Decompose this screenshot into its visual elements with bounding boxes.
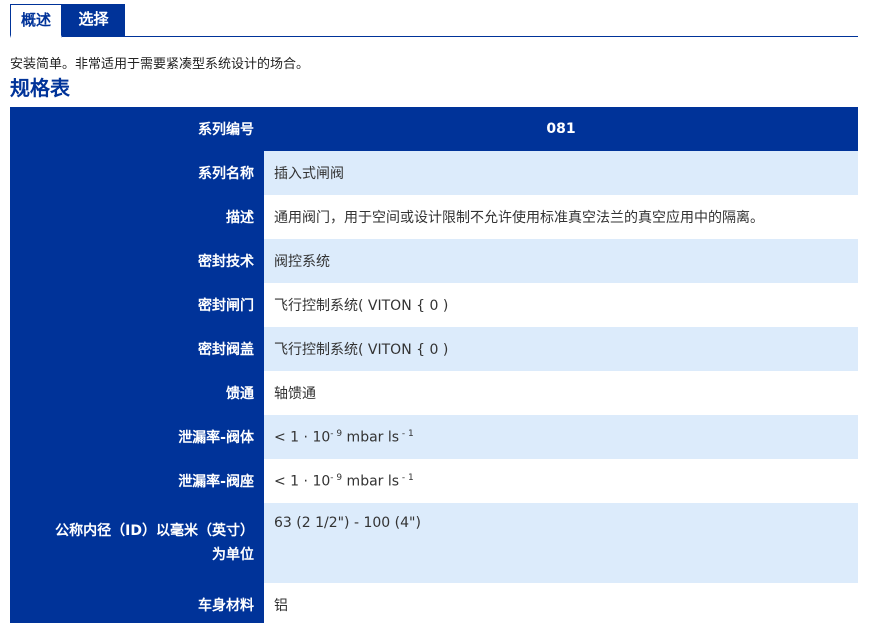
table-row: 馈通 轴馈通: [10, 371, 858, 415]
spec-title: 规格表: [10, 76, 70, 100]
table-row: 公称内径（ID）以毫米（英寸） 为单位 63 (2 1/2") - 100 (4"…: [10, 503, 858, 583]
table-row: 密封闸门 飞行控制系统( VITON { 0 ): [10, 283, 858, 327]
row-value: < 1 · 10- 9 mbar ls - 1: [264, 459, 858, 503]
leak-prefix: < 1 · 10: [274, 429, 331, 446]
leak-prefix: < 1 · 10: [274, 473, 331, 490]
table-row: 密封阀盖 飞行控制系统( VITON { 0 ): [10, 327, 858, 371]
tab-bar: 概述 选择: [10, 4, 858, 38]
row-label: 公称内径（ID）以毫米（英寸） 为单位: [10, 503, 264, 583]
row-label: 泄漏率-阀体: [10, 415, 264, 459]
table-row: 车身材料 铝: [10, 583, 858, 623]
row-label: 密封阀盖: [10, 327, 264, 371]
row-value: 插入式闸阀: [264, 151, 858, 195]
table-row: 描述 通用阀门，用于空间或设计限制不允许使用标准真空法兰的真空应用中的隔离。: [10, 195, 858, 239]
row-value: 铝: [264, 583, 858, 623]
row-value: 飞行控制系统( VITON { 0 ): [264, 327, 858, 371]
leak-unit-exponent: - 1: [399, 428, 414, 439]
table-row: 密封技术 阀控系统: [10, 239, 858, 283]
intro-text: 安装简单。非常适用于需要紧凑型系统设计的场合。: [10, 57, 310, 72]
table-row: 泄漏率-阀座 < 1 · 10- 9 mbar ls - 1: [10, 459, 858, 503]
row-label-line2: 为单位: [212, 547, 254, 563]
spec-table: 系列编号 081 系列名称 插入式闸阀 描述 通用阀门，用于空间或设计限制不允许…: [10, 107, 858, 623]
row-label: 车身材料: [10, 583, 264, 623]
tab-selection[interactable]: 选择: [62, 4, 125, 36]
row-value: < 1 · 10- 9 mbar ls - 1: [264, 415, 858, 459]
row-label-line1: 公称内径（ID）以毫米（英寸）: [55, 523, 254, 539]
row-label: 密封技术: [10, 239, 264, 283]
row-value: 轴馈通: [264, 371, 858, 415]
leak-exponent: - 9: [330, 472, 343, 483]
leak-unit: mbar ls: [342, 473, 400, 490]
row-label: 泄漏率-阀座: [10, 459, 264, 503]
row-value: 阀控系统: [264, 239, 858, 283]
row-value: 飞行控制系统( VITON { 0 ): [264, 283, 858, 327]
tab-overview[interactable]: 概述: [10, 4, 62, 38]
leak-exponent: - 9: [330, 428, 343, 439]
table-row: 系列编号 081: [10, 107, 858, 151]
leak-unit: mbar ls: [342, 429, 400, 446]
row-label: 系列名称: [10, 151, 264, 195]
table-row: 泄漏率-阀体 < 1 · 10- 9 mbar ls - 1: [10, 415, 858, 459]
row-label: 密封闸门: [10, 283, 264, 327]
row-value: 通用阀门，用于空间或设计限制不允许使用标准真空法兰的真空应用中的隔离。: [264, 195, 858, 239]
table-row: 系列名称 插入式闸阀: [10, 151, 858, 195]
row-value: 081: [264, 107, 858, 151]
row-value: 63 (2 1/2") - 100 (4"): [264, 503, 858, 583]
row-label: 系列编号: [10, 107, 264, 151]
page: 概述 选择 安装简单。非常适用于需要紧凑型系统设计的场合。 规格表 系列编号 0…: [0, 0, 871, 623]
leak-unit-exponent: - 1: [399, 472, 414, 483]
row-label: 馈通: [10, 371, 264, 415]
row-label: 描述: [10, 195, 264, 239]
